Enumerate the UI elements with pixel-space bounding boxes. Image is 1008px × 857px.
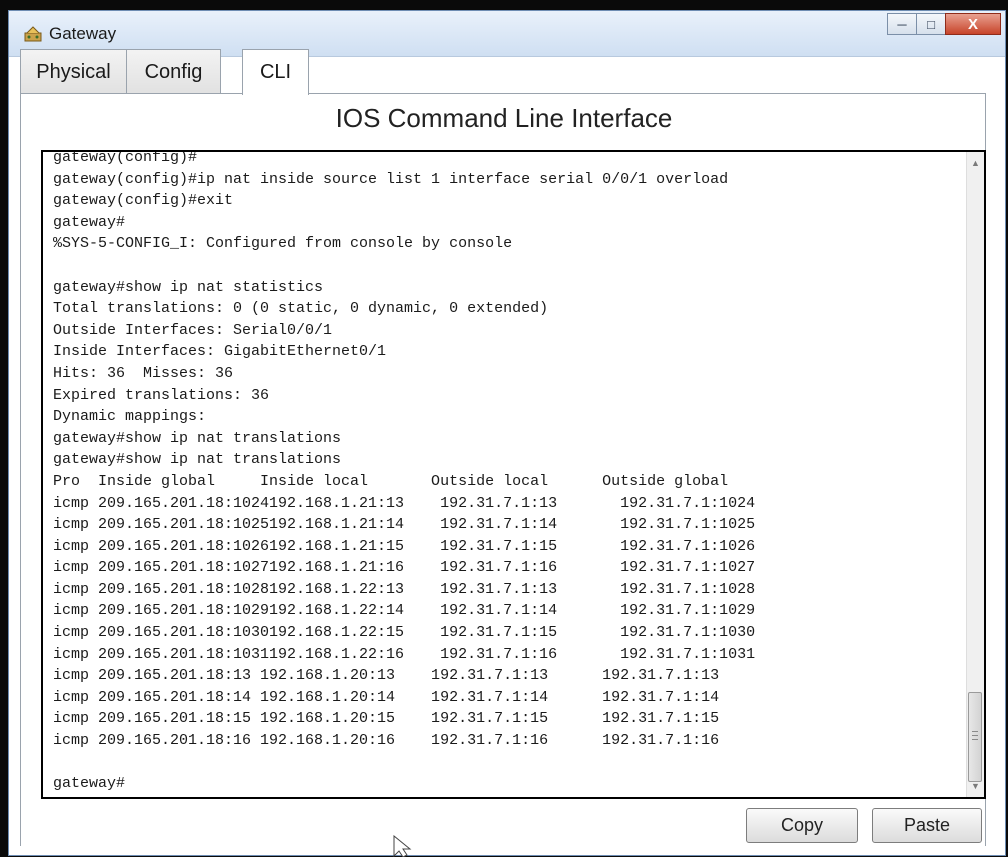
paste-button[interactable]: Paste (872, 808, 982, 843)
console-line: Inside Interfaces: GigabitEthernet0/1 (53, 343, 387, 361)
console-line: icmp 209.165.201.18:1026192.168.1.21:15 … (53, 537, 756, 555)
terminal-scrollbar[interactable]: ▲ ▼ (966, 152, 984, 797)
cli-terminal[interactable]: gateway(config)# gateway(config)#ip nat i… (41, 150, 986, 799)
minimize-icon: ─ (897, 16, 907, 32)
console-line: Expired translations: 36 (53, 386, 270, 404)
console-line: Pro Inside global Inside local Outside l… (53, 472, 729, 490)
console-line: icmp 209.165.201.18:13 192.168.1.20:13 1… (53, 667, 720, 685)
console-line: icmp 209.165.201.18:1030192.168.1.22:15 … (53, 624, 756, 642)
grip-line (972, 739, 978, 740)
console-line: icmp 209.165.201.18:14 192.168.1.20:14 1… (53, 688, 720, 706)
console-line: gateway#show ip nat translations (53, 451, 342, 469)
console-line: icmp 209.165.201.18:1027192.168.1.21:16 … (53, 559, 756, 577)
console-line: Dynamic mappings: (53, 408, 207, 426)
console-line: icmp 209.165.201.18:1031192.168.1.22:16 … (53, 645, 756, 663)
console-line: gateway(config)#ip nat inside source lis… (53, 170, 729, 188)
console-line: gateway# (53, 775, 126, 793)
console-line: Outside Interfaces: Serial0/0/1 (53, 321, 333, 339)
console-line: icmp 209.165.201.18:1025192.168.1.21:14 … (53, 516, 756, 534)
copy-button[interactable]: Copy (746, 808, 858, 843)
scroll-down-arrow-icon[interactable]: ▼ (967, 781, 984, 791)
console-line: icmp 209.165.201.18:16 192.168.1.20:16 1… (53, 732, 720, 750)
scroll-up-arrow-icon[interactable]: ▲ (967, 158, 984, 168)
tab-physical[interactable]: Physical (20, 49, 127, 94)
console-line: Total translations: 0 (0 static, 0 dynam… (53, 300, 549, 318)
gateway-app-icon (24, 26, 42, 42)
scroll-thumb[interactable] (968, 692, 982, 782)
maximize-button[interactable]: □ (916, 13, 946, 35)
close-icon: X (967, 15, 978, 33)
console-line: gateway#show ip nat translations (53, 429, 342, 447)
console-line: icmp 209.165.201.18:1028192.168.1.22:13 … (53, 580, 756, 598)
maximize-icon: □ (927, 16, 935, 32)
console-line: icmp 209.165.201.18:15 192.168.1.20:15 1… (53, 710, 720, 728)
grip-line (972, 731, 978, 732)
console-line: Hits: 36 Misses: 36 (53, 364, 234, 382)
console-line: gateway# (53, 213, 126, 231)
console-output[interactable]: gateway(config)# gateway(config)#ip nat i… (53, 150, 756, 795)
console-line: %SYS-5-CONFIG_I: Configured from console… (53, 235, 513, 253)
close-button[interactable]: X (945, 13, 1001, 35)
tab-label: CLI (259, 61, 292, 83)
tab-cli[interactable]: CLI (242, 49, 309, 95)
console-line: gateway(config)# (53, 150, 198, 166)
cli-heading: IOS Command Line Interface (335, 103, 673, 133)
tab-config[interactable]: Config (126, 49, 221, 94)
minimize-button[interactable]: ─ (887, 13, 917, 35)
console-line: icmp 209.165.201.18:1029192.168.1.22:14 … (53, 602, 756, 620)
mouse-cursor-icon (393, 835, 412, 857)
console-line: gateway(config)#exit (53, 192, 234, 210)
console-line: icmp 209.165.201.18:1024192.168.1.21:13 … (53, 494, 756, 512)
tab-label: Physical (36, 60, 111, 83)
window-title: Gateway (49, 24, 117, 43)
window-controls: ─ □ X (887, 13, 1001, 35)
grip-line (972, 735, 978, 736)
tab-label: Config (144, 60, 203, 83)
console-line: gateway#show ip nat statistics (53, 278, 324, 296)
